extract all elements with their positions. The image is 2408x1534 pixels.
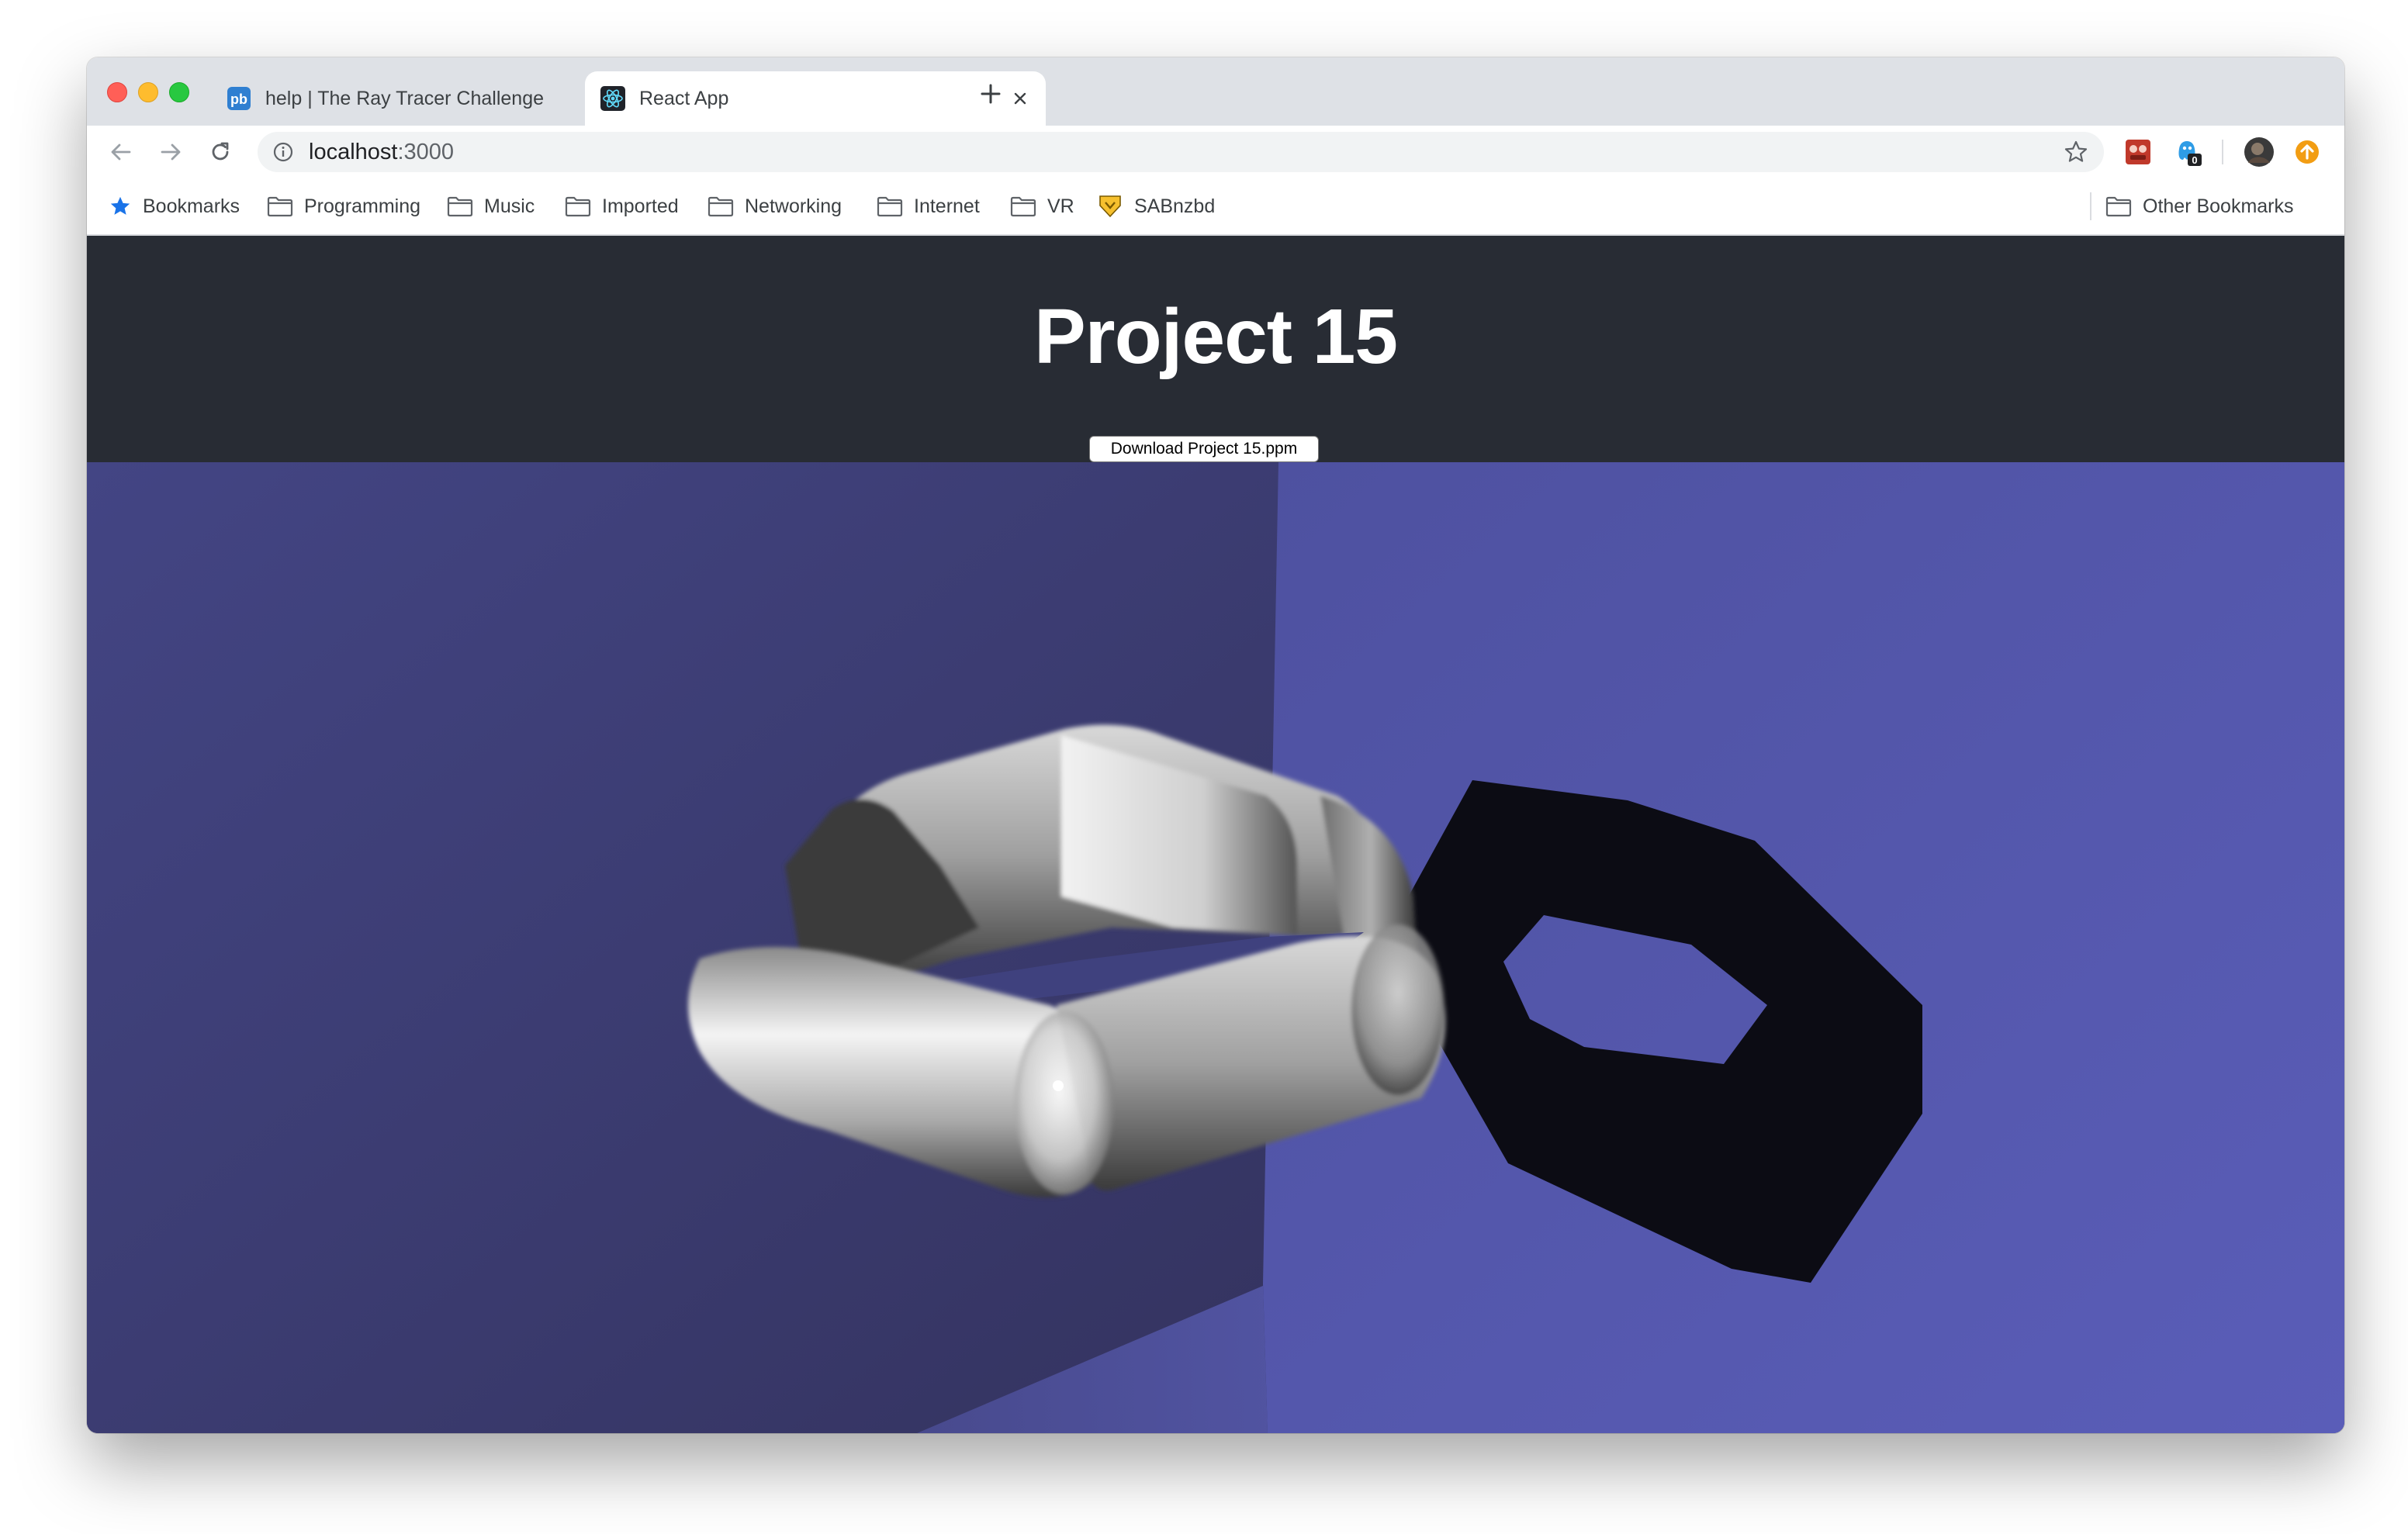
bookmark-label: Networking — [745, 195, 842, 217]
react-favicon-icon — [600, 86, 625, 111]
site-info-icon[interactable] — [272, 140, 295, 164]
tab-title: help | The Ray Tracer Challenge — [265, 87, 545, 109]
page-content: Project 15 Download Project 15.ppm — [87, 236, 2344, 1433]
profile-avatar-icon[interactable] — [2244, 136, 2275, 168]
svg-text:pb: pb — [230, 92, 247, 107]
bookmark-label: Programming — [304, 195, 421, 217]
bookmark-folder-vr[interactable]: VR — [1010, 192, 1074, 220]
folder-icon — [708, 196, 734, 217]
folder-icon — [877, 196, 903, 217]
bookmark-label: Internet — [914, 195, 980, 217]
toolbar: localhost:3000 0 — [87, 126, 2344, 178]
folder-icon — [565, 196, 591, 217]
back-arrow-icon[interactable] — [107, 138, 135, 166]
bookmark-bookmarks[interactable]: Bookmarks — [109, 192, 240, 220]
bookmark-folder-internet[interactable]: Internet — [877, 192, 980, 220]
toolbar-separator — [2222, 140, 2223, 164]
star-icon — [110, 196, 130, 215]
address-bar[interactable]: localhost:3000 — [258, 132, 2104, 172]
close-window-button[interactable] — [107, 82, 127, 102]
reload-icon[interactable] — [206, 138, 234, 166]
folder-icon — [2105, 196, 2132, 217]
red-extension-icon[interactable] — [2123, 136, 2154, 168]
folder-icon — [447, 196, 473, 217]
bookmark-folder-imported[interactable]: Imported — [565, 192, 679, 220]
sabnzbd-icon — [1099, 195, 1121, 218]
raytraced-scene-image — [87, 462, 2344, 1433]
folder-icon — [267, 196, 293, 217]
url-host: localhost — [309, 139, 398, 164]
download-ppm-button[interactable]: Download Project 15.ppm — [1089, 436, 1319, 462]
bookmark-folder-music[interactable]: Music — [447, 192, 535, 220]
bookmarks-separator — [2090, 192, 2091, 220]
tab-react-app[interactable]: React App — [585, 71, 1046, 126]
bookmark-star-icon[interactable] — [2064, 140, 2088, 164]
folder-icon — [1010, 196, 1036, 217]
ghostery-badge: 0 — [2192, 154, 2197, 166]
bookmark-label: Music — [484, 195, 535, 217]
bookmark-label: Imported — [602, 195, 679, 217]
new-tab-plus-icon[interactable] — [977, 81, 1004, 107]
tab-title: React App — [639, 87, 729, 109]
zoom-window-button[interactable] — [169, 82, 189, 102]
bookmark-sabnzbd[interactable]: SABnzbd — [1097, 192, 1215, 220]
pb-favicon-icon: pb — [227, 87, 251, 110]
update-icon[interactable] — [2292, 136, 2323, 168]
bookmark-label: Bookmarks — [143, 195, 240, 217]
minimize-window-button[interactable] — [138, 82, 158, 102]
bookmarks-bar: Bookmarks Programming Music Imported Net… — [87, 178, 2344, 236]
close-tab-icon[interactable] — [1010, 88, 1030, 109]
bookmark-label: VR — [1047, 195, 1074, 217]
page-title: Project 15 — [1033, 293, 1398, 380]
bookmark-folder-networking[interactable]: Networking — [708, 192, 842, 220]
bookmark-label: SABnzbd — [1134, 195, 1216, 217]
forward-arrow-icon[interactable] — [157, 138, 185, 166]
bookmark-folder-other[interactable]: Other Bookmarks — [2105, 192, 2294, 220]
app-header: Project 15 Download Project 15.ppm — [87, 236, 2344, 462]
tab-strip: pb help | The Ray Tracer Challenge React… — [87, 57, 2344, 126]
browser-window: pb help | The Ray Tracer Challenge React… — [87, 57, 2344, 1433]
url-port: :3000 — [397, 139, 455, 164]
ghostery-icon[interactable]: 0 — [2172, 136, 2203, 168]
bookmark-folder-programming[interactable]: Programming — [267, 192, 420, 220]
bookmark-label: Other Bookmarks — [2143, 195, 2294, 217]
